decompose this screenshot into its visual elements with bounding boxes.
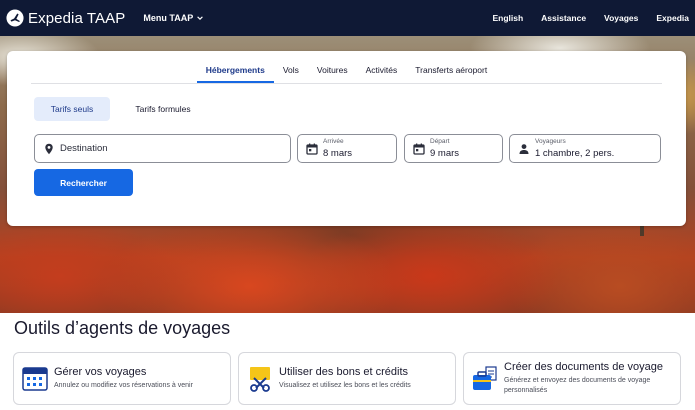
- travel-documents-card[interactable]: Créer des documents de voyage Générez et…: [463, 352, 681, 405]
- expedia-logo-icon: [6, 9, 24, 27]
- tab-activities[interactable]: Activités: [357, 65, 407, 83]
- menu-taap-dropdown[interactable]: Menu TAAP: [143, 13, 204, 23]
- calendar-icon: [413, 143, 425, 155]
- tab-stays[interactable]: Hébergements: [196, 65, 274, 83]
- travel-documents-title: Créer des documents de voyage: [504, 361, 663, 373]
- travelers-label: Voyageurs: [535, 138, 566, 145]
- manage-trips-title: Gérer vos voyages: [54, 366, 147, 378]
- travel-documents-description: Générez et envoyez des documents de voya…: [504, 376, 650, 396]
- tab-flights[interactable]: Vols: [274, 65, 308, 83]
- tab-airport-transfers[interactable]: Transferts aéroport: [406, 65, 496, 83]
- nav-links: English Assistance Voyages Expedia: [474, 0, 695, 36]
- check-out-value: 9 mars: [430, 148, 460, 159]
- check-in-date-field[interactable]: Arrivée 8 mars: [297, 134, 397, 163]
- destination-field[interactable]: Destination: [34, 134, 291, 163]
- vouchers-credits-description: Visualisez et utilisez les bons et les c…: [279, 382, 411, 389]
- vouchers-credits-card[interactable]: Utiliser des bons et crédits Visualisez …: [238, 352, 456, 405]
- tools-section-title: Outils d’agents de voyages: [14, 318, 231, 338]
- vouchers-credits-title: Utiliser des bons et crédits: [279, 366, 408, 378]
- person-icon: [519, 144, 529, 154]
- check-in-value: 8 mars: [323, 148, 353, 159]
- calendar-icon: [306, 143, 318, 155]
- manage-trips-description: Annulez ou modifiez vos réservations à v…: [54, 382, 193, 389]
- travelers-field[interactable]: Voyageurs 1 chambre, 2 pers.: [509, 134, 661, 163]
- fare-type-toggle: Tarifs seuls Tarifs formules: [34, 97, 208, 121]
- brand-name: Expedia TAAP: [28, 9, 126, 27]
- fare-package-button[interactable]: Tarifs formules: [118, 97, 208, 121]
- brand-logo[interactable]: Expedia TAAP: [6, 9, 125, 27]
- nav-link-language[interactable]: English: [492, 13, 523, 23]
- menu-taap-label: Menu TAAP: [143, 13, 194, 23]
- travel-documents-description-line-1: Générez et envoyez des documents de voya…: [504, 377, 651, 384]
- destination-placeholder: Destination: [60, 143, 108, 154]
- nav-link-support[interactable]: Assistance: [541, 13, 586, 23]
- top-nav-bar: Expedia TAAP Menu TAAP English Assistanc…: [0, 0, 695, 36]
- fare-standalone-button[interactable]: Tarifs seuls: [34, 97, 110, 121]
- suitcase-document-icon: [473, 366, 497, 390]
- search-form-card: Hébergements Vols Voitures Activités Tra…: [7, 51, 686, 226]
- ticket-scissors-icon: [250, 367, 270, 392]
- tab-cars[interactable]: Voitures: [308, 65, 357, 83]
- travel-documents-description-line-2: personnalisés: [504, 387, 548, 394]
- travelers-value: 1 chambre, 2 pers.: [535, 148, 615, 159]
- nav-link-trips[interactable]: Voyages: [604, 13, 638, 23]
- check-out-date-field[interactable]: Départ 9 mars: [404, 134, 503, 163]
- check-in-label: Arrivée: [323, 138, 344, 145]
- manage-trips-card[interactable]: Gérer vos voyages Annulez ou modifiez vo…: [13, 352, 231, 405]
- chevron-down-icon: [197, 16, 204, 20]
- product-tabs: Hébergements Vols Voitures Activités Tra…: [7, 51, 686, 83]
- tabs-divider: [31, 83, 662, 84]
- nav-link-expedia[interactable]: Expedia: [656, 13, 689, 23]
- calendar-grid-icon: [22, 367, 48, 391]
- search-button[interactable]: Rechercher: [34, 169, 133, 196]
- location-pin-icon: [45, 143, 53, 155]
- check-out-label: Départ: [430, 138, 450, 145]
